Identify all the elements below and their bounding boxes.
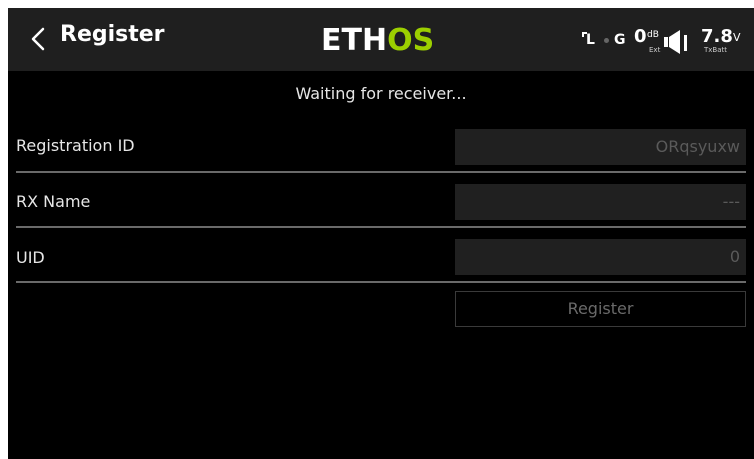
l-status-label: L	[582, 32, 595, 48]
db-value: 0	[634, 26, 647, 47]
ethos-logo: ETH OS	[321, 20, 434, 60]
rx-name-label: RX Name	[16, 192, 91, 211]
txbatt-label: TxBatt	[704, 46, 727, 54]
voltage-value: 7.8	[701, 26, 733, 47]
divider	[16, 281, 746, 283]
divider	[16, 171, 746, 173]
logo-suffix: OS	[387, 22, 435, 58]
db-unit: dB	[647, 30, 659, 40]
registration-id-label: Registration ID	[16, 136, 135, 155]
header-bar: Register ETH OS L G 0 dB Ext 7.8 V TxBatt	[8, 8, 754, 71]
chevron-left-icon	[31, 27, 45, 51]
registration-id-field[interactable]: ORqsyuxw	[455, 129, 746, 165]
uid-field[interactable]: 0	[455, 239, 746, 275]
status-area: L G 0 dB Ext 7.8 V TxBatt	[580, 24, 750, 58]
status-message: Waiting for receiver...	[295, 84, 467, 103]
register-button[interactable]: Register	[455, 291, 746, 327]
uid-label: UID	[16, 248, 45, 267]
voltage-unit: V	[733, 31, 741, 44]
g-status-label: G	[614, 32, 626, 48]
logo-prefix: ETH	[321, 22, 388, 58]
link-dot-icon	[604, 38, 609, 43]
speaker-icon	[664, 30, 687, 54]
ext-label: Ext	[649, 46, 661, 54]
radio-screen: Register ETH OS L G 0 dB Ext 7.8 V TxBatt…	[8, 8, 754, 459]
page-title: Register	[60, 22, 165, 47]
divider	[16, 226, 746, 228]
rx-name-field[interactable]: ---	[455, 184, 746, 220]
